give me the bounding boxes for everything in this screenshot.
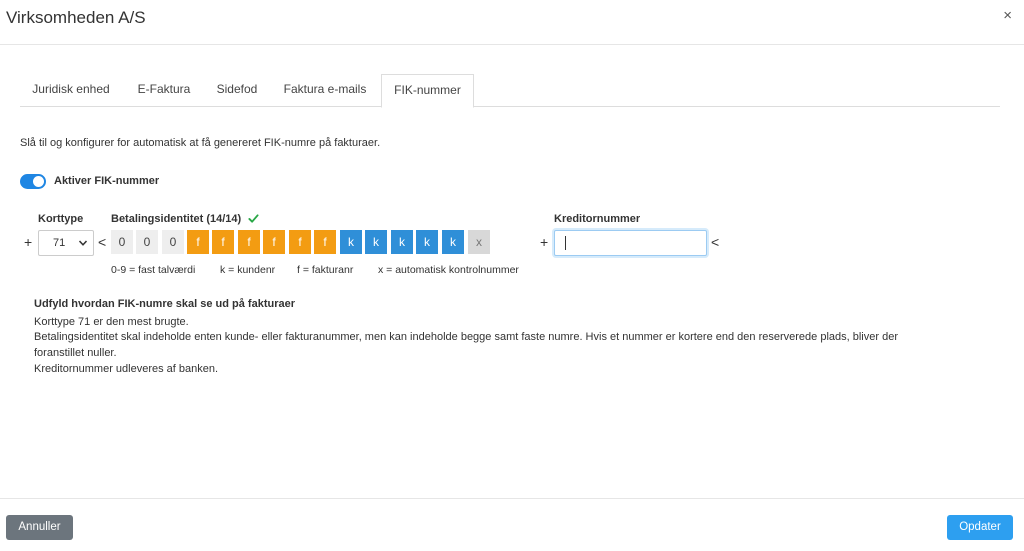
identity-cell[interactable]: f — [212, 230, 234, 254]
identity-cell[interactable]: f — [263, 230, 285, 254]
identity-cell[interactable]: k — [442, 230, 464, 254]
identity-cell[interactable]: f — [314, 230, 336, 254]
modal-title: Virksomheden A/S — [6, 8, 146, 27]
close-icon[interactable]: × — [1003, 7, 1012, 24]
tab-faktura-emails[interactable]: Faktura e-mails — [272, 74, 378, 107]
legend-fixed: 0-9 = fast talværdi — [111, 264, 196, 276]
modal-header: Virksomheden A/S × — [0, 0, 1024, 45]
identity-cell[interactable]: 0 — [136, 230, 158, 254]
fik-toggle-switch[interactable] — [20, 174, 46, 189]
korttype-value: 71 — [53, 237, 66, 249]
betalingsidentitet-label: Betalingsidentitet (14/14) — [111, 213, 242, 225]
identity-cell[interactable]: k — [391, 230, 413, 254]
kreditornummer-label: Kreditornummer — [554, 213, 641, 225]
less-than-symbol: < — [711, 234, 720, 250]
tab-bar: Juridisk enhed E-Faktura Sidefod Faktura… — [20, 74, 1000, 108]
identity-cell[interactable]: 0 — [162, 230, 184, 254]
identity-cell[interactable]: k — [365, 230, 387, 254]
info-title: Udfyld hvordan FIK-numre skal se ud på f… — [34, 298, 296, 310]
text-caret — [565, 236, 566, 250]
tab-fik-nummer[interactable]: FIK-nummer — [381, 74, 474, 108]
identity-cell[interactable]: f — [238, 230, 260, 254]
identity-cell[interactable]: k — [340, 230, 362, 254]
cancel-button[interactable]: Annuller — [6, 515, 73, 540]
plus-symbol: + — [540, 234, 549, 250]
info-line: foranstillet nuller. — [34, 347, 117, 359]
info-line: Korttype 71 er den mest brugte. — [34, 316, 189, 328]
tab-juridisk-enhed[interactable]: Juridisk enhed — [20, 74, 122, 107]
identity-cell[interactable]: f — [187, 230, 209, 254]
update-button[interactable]: Opdater — [947, 515, 1013, 540]
check-icon — [248, 214, 259, 223]
legend-f: f = fakturanr — [297, 264, 354, 276]
legend-x: x = automatisk kontrolnummer — [378, 264, 519, 276]
korttype-label: Korttype — [38, 213, 84, 225]
identity-cell[interactable]: 0 — [111, 230, 133, 254]
plus-symbol: + — [24, 234, 33, 250]
identity-cell[interactable]: k — [416, 230, 438, 254]
info-line: Betalingsidentitet skal indeholde enten … — [34, 331, 898, 343]
modal-footer: Annuller Opdater — [0, 498, 1024, 551]
identity-cell: x — [468, 230, 490, 254]
description-text: Slå til og konfigurer for automatisk at … — [20, 137, 381, 149]
tab-e-faktura[interactable]: E-Faktura — [124, 74, 204, 107]
kreditornummer-input[interactable] — [554, 230, 707, 256]
info-line: Kreditornummer udleveres af banken. — [34, 363, 219, 375]
fik-toggle-label: Aktiver FIK-nummer — [54, 175, 160, 187]
chevron-down-icon — [79, 240, 87, 246]
identity-cell[interactable]: f — [289, 230, 311, 254]
korttype-select[interactable]: 71 — [38, 230, 94, 256]
toggle-knob — [33, 176, 44, 187]
tab-sidefod[interactable]: Sidefod — [206, 74, 268, 107]
less-than-symbol: < — [98, 234, 107, 250]
legend-k: k = kundenr — [220, 264, 276, 276]
